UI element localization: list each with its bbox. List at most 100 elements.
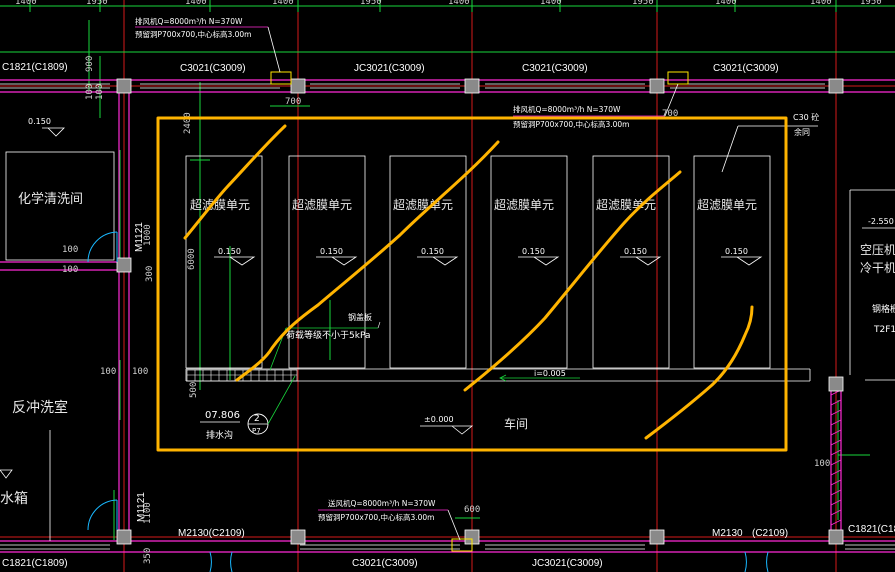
fan-opening-spec: 预留洞P700x700,中心标高3.00m [318,512,434,522]
floor-level-mark: ±0.000 [420,415,474,435]
chemical-cleaning-room: 化学清洗间 [5,151,115,261]
door-label: M1121 [136,492,147,522]
uf-unit [592,155,670,369]
dim-label: 350 [143,548,153,564]
window-label: C3021(C3009) [352,558,418,569]
dim-label: 6000 [187,248,197,270]
note-text: T2F10 [873,325,895,335]
window-label: M2130(C2109) [178,528,245,539]
axis-grid [0,0,895,572]
structural-columns [116,78,844,545]
level-text: 0.150 [320,247,343,256]
exterior-walls [0,79,895,553]
uf-unit [389,155,467,369]
steel-cover-note: 钢盖板 荷载等级不小于5kPa [269,312,381,371]
level-text: 0.150 [624,247,647,256]
note-text: 钢格栅 [872,303,895,315]
window-frames [0,83,895,550]
detail-callout: 2 P7 [247,375,296,435]
note-text: 钢盖板 [348,312,372,322]
dim-label: 100 [95,84,105,100]
level-text: 0.150 [522,247,545,256]
room-label: 水箱 [0,491,28,507]
dim-label: 1950 [860,0,882,7]
fan-spec: 排风机Q=8000m³/h N=370W [513,104,621,114]
dim-label: 2400 [183,112,193,134]
dim-label: 1400 [810,0,832,7]
dim-label: 1400 [540,0,562,7]
right-room: -2.550 空压机 冷干机 钢格栅 T2F10 [849,189,895,381]
note-text: C30 砼 [793,112,819,122]
dim-label: 100 [62,265,78,275]
level-triangle [0,469,13,479]
uf-unit-label: 超滤膜单元 [190,197,250,212]
door-swing-lower [87,499,118,531]
uf-unit [693,155,771,369]
room-label: 空压机 [860,243,895,257]
dim-label: 1400 [15,0,37,7]
window-label: C3021(C3009) [180,63,246,74]
slope-text: i=0.005 [534,369,566,378]
dim-label: 500 [189,382,199,398]
room-label: 反冲洗室 [12,399,68,416]
door-label: M1121 [134,222,145,252]
note-text: 荷载等级不小于5kPa [286,329,370,341]
concrete-note: C30 砼 余同 [721,112,819,173]
dim-label: 1400 [715,0,737,7]
uf-unit-label: 超滤膜单元 [292,197,352,212]
window-label: M2130 [712,528,743,539]
dim-label: 100 [62,245,78,255]
dim-label: 1400 [185,0,207,7]
fan-opening-spec: 预留洞P700x700,中心标高3.00m [135,29,251,39]
uf-unit-label: 超滤膜单元 [697,197,757,212]
level-text: ±0.000 [424,415,454,424]
dim-label: 700 [285,97,301,107]
window-label: C3021(C3009) [713,63,779,74]
fan-openings [270,71,689,552]
level-text: 0.150 [725,247,748,256]
dim-label: 300 [145,266,155,282]
dim-label: 100 [132,367,148,377]
window-label: C1821(C1809) [848,524,895,535]
fan-spec: 送风机Q=8000m³/h N=370W [328,498,436,508]
dim-label: 600 [464,505,480,515]
level-text: 07.806 [205,410,240,421]
room-label: 化学清洗间 [18,191,83,207]
detail-sheet: P7 [252,427,261,435]
dim-label: 900 [85,56,95,72]
level-text: -2.550 [868,217,894,226]
dim-label: 100 [100,367,116,377]
dim-label: 1950 [86,0,108,7]
drain-trench-note: 07.806 排水沟 [200,410,240,441]
window-label: C1821(C1809) [2,558,68,569]
dim-label: 100 [85,84,95,100]
uf-unit-levels: 0.150 0.150 0.150 0.150 0.150 0.150 [214,247,763,266]
room-label: 冷干机 [860,261,895,275]
detail-number: 2 [254,414,260,424]
window-label: JC3021(C3009) [354,63,425,74]
fan-opening-spec: 预留洞P700x700,中心标高3.00m [513,119,629,129]
level-text: 0.150 [218,247,241,256]
level-text: 0.150 [421,247,444,256]
annotation-stroke [235,140,500,382]
supply-fan-bottom-note: 送风机Q=8000m³/h N=370W 预留洞P700x700,中心标高3.0… [318,498,461,541]
level-text: 0.150 [28,117,51,126]
note-text: 排水沟 [206,429,233,441]
uf-unit-label: 超滤膜单元 [393,197,453,212]
door-swing-upper [87,231,118,263]
level-mark-left: 0.150 [28,117,65,137]
window-label: C3021(C3009) [522,63,588,74]
dim-label: 100 [814,459,830,469]
note-text: 余同 [794,127,810,137]
uf-unit [185,155,263,369]
annotation-stroke [644,305,754,440]
room-label: 车间 [504,416,528,431]
uf-units [185,155,771,369]
fan-spec: 排风机Q=8000m³/h N=370W [135,16,243,26]
bottom-doors [209,551,769,572]
window-label: (C2109) [752,528,788,539]
dim-label: 1400 [272,0,294,7]
dim-label: 1950 [360,0,382,7]
uf-unit-labels: 超滤膜单元 超滤膜单元 超滤膜单元 超滤膜单元 超滤膜单元 超滤膜单元 [190,197,757,212]
window-label: JC3021(C3009) [532,558,603,569]
